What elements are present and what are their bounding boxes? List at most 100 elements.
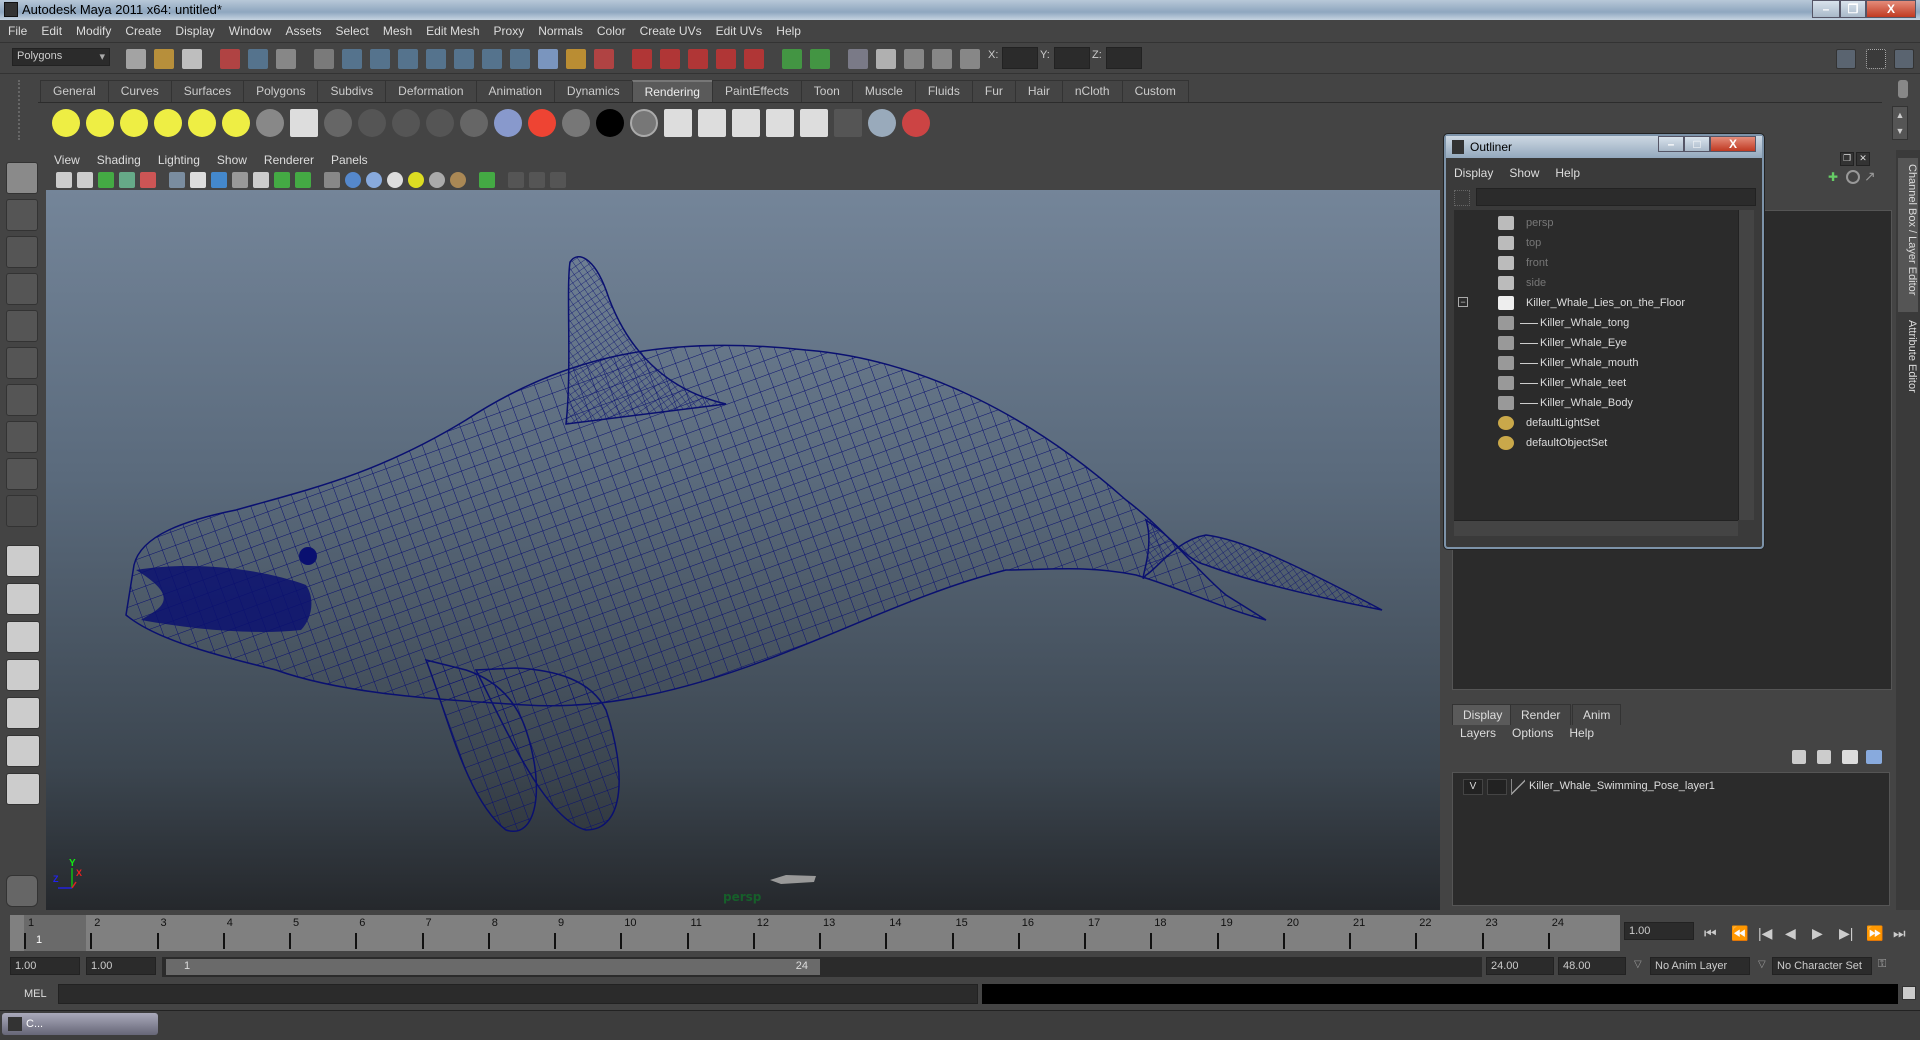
ipr-render-icon[interactable] <box>932 49 952 69</box>
surface-shader-icon[interactable] <box>562 109 590 137</box>
menu-edit-mesh[interactable]: Edit Mesh <box>426 24 479 38</box>
layer-menu-options[interactable]: Options <box>1512 726 1553 740</box>
y-field[interactable] <box>1054 47 1090 69</box>
select-hierarchy-icon[interactable] <box>220 49 240 69</box>
close-panel-button[interactable]: ✕ <box>1856 152 1870 166</box>
outliner-item[interactable]: Killer_Whale_tong <box>1454 314 1738 332</box>
outliner-vertical-scrollbar[interactable] <box>1738 210 1754 520</box>
menu-modify[interactable]: Modify <box>76 24 111 38</box>
textured-icon[interactable] <box>387 172 403 188</box>
outliner-item[interactable]: Killer_Whale_teet <box>1454 374 1738 392</box>
lambert-icon[interactable] <box>358 109 386 137</box>
attribute-editor-toggle-icon[interactable] <box>1894 49 1914 69</box>
spot-light-icon[interactable] <box>154 109 182 137</box>
animation-start-field[interactable]: 1.00 <box>10 957 80 975</box>
minimized-window[interactable]: C... <box>2 1013 158 1035</box>
select-handles-icon[interactable] <box>342 49 362 69</box>
x-field[interactable] <box>1002 47 1038 69</box>
single-perspective-layout-icon[interactable] <box>6 545 40 577</box>
select-rendering-icon[interactable] <box>510 49 530 69</box>
outliner-maximize-button[interactable]: □ <box>1684 136 1710 152</box>
persp-outliner-layout-icon[interactable] <box>6 621 40 653</box>
shelf-tab-fur[interactable]: Fur <box>971 80 1016 102</box>
outliner-titlebar[interactable]: Outliner – □ X <box>1446 136 1762 158</box>
menu-edit[interactable]: Edit <box>41 24 62 38</box>
menu-display[interactable]: Display <box>175 24 214 38</box>
new-empty-layer-icon[interactable] <box>1842 750 1858 764</box>
character-set-selector[interactable]: No Character Set <box>1772 957 1872 975</box>
output-ops-icon[interactable] <box>810 49 830 69</box>
move-layer-down-icon[interactable] <box>1817 750 1831 764</box>
gate-mask-icon[interactable] <box>232 172 248 188</box>
step-forward-key-icon[interactable]: ⏩ <box>1866 925 1883 942</box>
snap-curve-icon[interactable] <box>660 49 680 69</box>
layer-menu-help[interactable]: Help <box>1569 726 1594 740</box>
shelf-tab-ncloth[interactable]: nCloth <box>1061 80 1123 102</box>
select-misc-icon[interactable] <box>538 49 558 69</box>
command-input[interactable] <box>58 984 978 1004</box>
lasso-tool-icon[interactable] <box>6 199 38 231</box>
menu-mesh[interactable]: Mesh <box>383 24 412 38</box>
outliner-menu-display[interactable]: Display <box>1454 166 1493 180</box>
render-settings-icon[interactable] <box>960 49 980 69</box>
hypershade-persp-layout-icon[interactable] <box>6 697 40 729</box>
ambient-light-icon[interactable] <box>52 109 80 137</box>
panel-menu-show[interactable]: Show <box>217 153 247 167</box>
menu-window[interactable]: Window <box>229 24 272 38</box>
select-deformations-icon[interactable] <box>454 49 474 69</box>
directional-light-icon[interactable] <box>86 109 114 137</box>
collapse-toggle-icon[interactable]: − <box>1458 297 1468 307</box>
animation-end-field[interactable]: 48.00 <box>1558 957 1626 975</box>
go-to-end-icon[interactable]: ⏭ <box>1893 925 1906 942</box>
range-slider-handle[interactable]: 1 24 <box>166 959 820 975</box>
select-curves-icon[interactable] <box>398 49 418 69</box>
menu-proxy[interactable]: Proxy <box>494 24 525 38</box>
play-forward-icon[interactable]: ▶ <box>1812 925 1823 942</box>
2d-pan-zoom-icon[interactable] <box>140 172 156 188</box>
tab-channel-box[interactable]: Channel Box / Layer Editor <box>1898 158 1918 312</box>
panel-menu-lighting[interactable]: Lighting <box>158 153 200 167</box>
render-settings-icon[interactable] <box>766 109 794 137</box>
ambient-occlusion-icon[interactable] <box>550 172 566 188</box>
step-back-frame-icon[interactable]: |◀ <box>1758 925 1772 942</box>
bookmarks-icon[interactable] <box>98 172 114 188</box>
layered-shader-icon[interactable] <box>494 109 522 137</box>
viewport-persp[interactable]: Y X Z persp <box>46 190 1440 910</box>
render-layer-icon[interactable] <box>800 109 828 137</box>
playback-end-field[interactable]: 24.00 <box>1486 957 1554 975</box>
layer-row[interactable]: V Killer_Whale_Swimming_Pose_layer1 <box>1459 779 1879 795</box>
highlight-selection-icon[interactable] <box>594 49 614 69</box>
texture-icon[interactable] <box>868 109 896 137</box>
point-light-icon[interactable] <box>120 109 148 137</box>
shelf-tab-rendering[interactable]: Rendering <box>631 80 713 102</box>
four-view-layout-icon[interactable] <box>6 583 40 615</box>
layer-color-swatch[interactable] <box>1511 779 1525 795</box>
use-all-lights-icon[interactable] <box>408 172 424 188</box>
trash-icon[interactable] <box>1898 80 1908 98</box>
outliner-search-field[interactable] <box>1476 188 1756 206</box>
scale-tool-icon[interactable] <box>6 347 38 379</box>
isolate-select-icon[interactable] <box>479 172 495 188</box>
panel-menu-panels[interactable]: Panels <box>331 153 368 167</box>
select-object-icon[interactable] <box>248 49 268 69</box>
field-chart-icon[interactable] <box>253 172 269 188</box>
tab-attribute-editor[interactable]: Attribute Editor <box>1898 314 1918 414</box>
show-manipulator-icon[interactable] <box>6 458 38 490</box>
shelf-tab-animation[interactable]: Animation <box>475 80 555 102</box>
persp-graph-outliner-layout-icon[interactable] <box>6 735 40 767</box>
render-current-icon[interactable] <box>904 49 924 69</box>
outliner-menu-help[interactable]: Help <box>1555 166 1580 180</box>
menu-select[interactable]: Select <box>335 24 368 38</box>
shelf-tab-deformation[interactable]: Deformation <box>385 80 477 102</box>
rotate-tool-icon[interactable] <box>6 310 38 342</box>
menu-color[interactable]: Color <box>597 24 626 38</box>
close-button[interactable]: X <box>1866 0 1916 18</box>
anisotropic-icon[interactable] <box>460 109 488 137</box>
outliner-horizontal-scrollbar[interactable] <box>1454 520 1738 536</box>
phong-icon[interactable] <box>392 109 420 137</box>
shelf-tab-hair[interactable]: Hair <box>1014 80 1063 102</box>
outliner-menu-show[interactable]: Show <box>1509 166 1539 180</box>
go-to-start-icon[interactable]: ⏮ <box>1704 925 1717 942</box>
shelf-tab-curves[interactable]: Curves <box>107 80 172 102</box>
paint-select-icon[interactable] <box>6 236 38 268</box>
